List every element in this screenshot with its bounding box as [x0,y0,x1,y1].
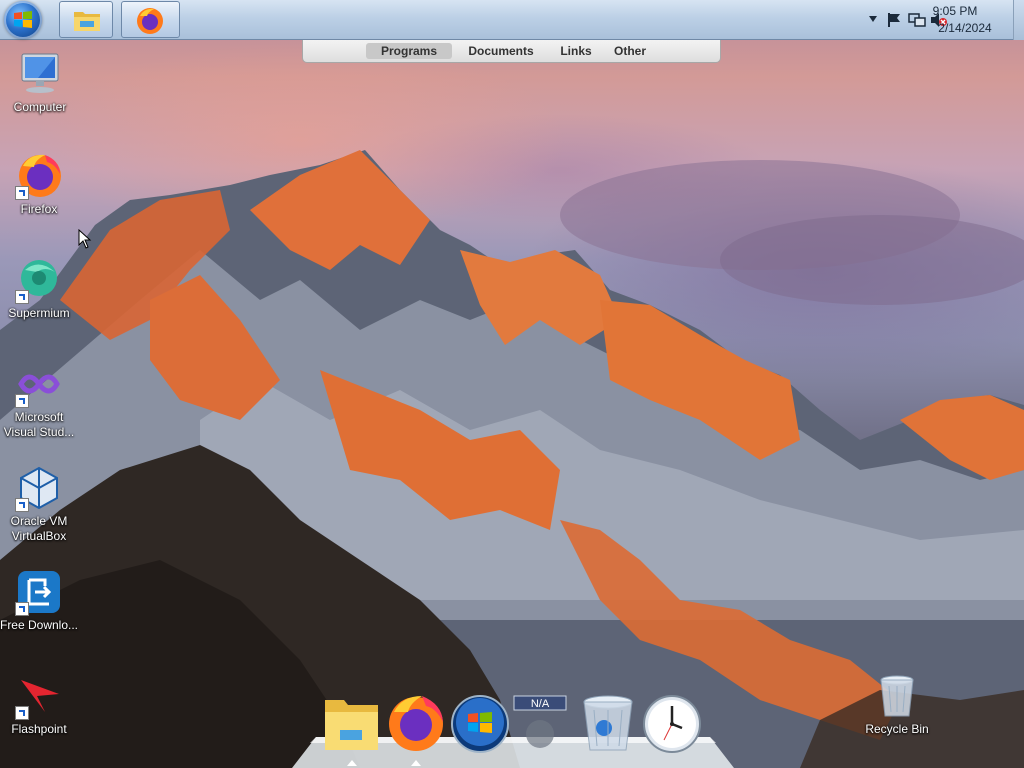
network-meter-icon: N/A [513,695,567,748]
network-meter-label: N/A [531,698,550,710]
shortcut-arrow-icon [15,706,29,720]
dock-start-orb[interactable] [450,692,510,754]
recycle-bin-icon [583,695,633,751]
recycle-bin-icon [880,675,914,717]
taskbar-firefox-button[interactable] [121,1,180,38]
windows-orb-icon [451,695,509,753]
tab-documents[interactable]: Documents [461,43,541,59]
dock-running-indicator [411,760,421,766]
firefox-icon [389,696,443,751]
start-button[interactable] [4,1,42,39]
taskbar-file-explorer-button[interactable] [59,1,113,38]
tab-other[interactable]: Other [607,43,653,59]
desktop-icon-label: Computer [13,100,67,114]
category-bar: Programs Documents Links Other [302,40,721,63]
desktop-icon-label: Microsoft Visual Stud... [3,410,75,439]
tab-programs[interactable]: Programs [366,43,452,59]
desktop-icon-flashpoint[interactable]: Flashpoint [0,672,79,737]
desktop-icon-virtualbox[interactable]: Oracle VM VirtualBox [0,464,79,544]
clock-date[interactable]: 2/14/2024 [930,21,1000,35]
shortcut-arrow-icon [15,602,29,616]
desktop-icon-label: Supermium [8,306,70,320]
clock-icon [643,695,701,753]
desktop-icon-label: Firefox [20,202,58,216]
folder-icon [74,12,100,31]
dock-clock[interactable] [642,692,702,754]
desktop-icon-visual-studio[interactable]: Microsoft Visual Stud... [0,360,79,440]
taskbar: 9:05 PM 2/14/2024 [0,0,1024,40]
computer-icon [21,53,59,93]
show-desktop-button[interactable] [1013,0,1024,40]
desktop-icon-label: Oracle VM VirtualBox [10,514,68,543]
shortcut-arrow-icon [15,290,29,304]
desktop-icon-recycle-bin[interactable]: Recycle Bin [857,672,937,737]
mountain-wallpaper [0,150,1024,768]
mouse-cursor-icon [78,229,92,249]
desktop-icon-supermium[interactable]: Supermium [0,256,79,321]
clock-time[interactable]: 9:05 PM [920,4,990,18]
dock-firefox[interactable] [386,692,446,754]
desktop-icon-label: Flashpoint [11,722,67,736]
dock-network-meter[interactable]: N/A [512,692,572,754]
dock-running-indicator [347,760,357,766]
firefox-icon [137,8,163,34]
dock-recycle-bin[interactable] [578,692,638,754]
windows-logo-icon [14,11,32,28]
folder-icon [325,700,378,750]
desktop-icon-free-download-manager[interactable]: Free Downlo... [0,568,79,633]
desktop-icon-label: Free Downlo... [0,618,79,632]
shortcut-arrow-icon [15,186,29,200]
desktop-icon-firefox[interactable]: Firefox [0,152,79,217]
show-hidden-icons-icon[interactable] [868,15,878,23]
system-tray: 9:05 PM 2/14/2024 [842,0,1024,40]
action-center-flag-icon[interactable] [886,12,902,28]
desktop-icon-computer[interactable]: Computer [0,50,80,115]
tab-links[interactable]: Links [553,43,599,59]
shortcut-arrow-icon [15,394,29,408]
desktop-icon-label: Recycle Bin [865,722,929,736]
desktop: 9:05 PM 2/14/2024 Programs Documents Lin… [0,0,1024,768]
shortcut-arrow-icon [15,498,29,512]
dock-file-explorer[interactable] [322,692,382,754]
